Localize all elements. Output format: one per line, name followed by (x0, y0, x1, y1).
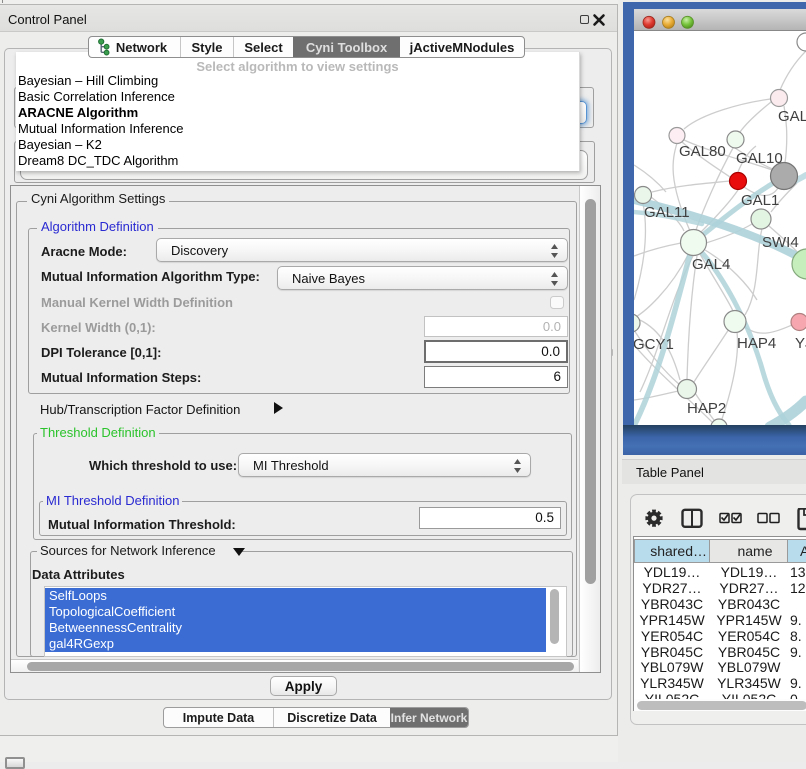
svg-text:HAP2: HAP2 (687, 400, 726, 417)
svg-text:GAL4: GAL4 (692, 256, 730, 273)
svg-text:GAL1: GAL1 (741, 192, 779, 209)
svg-text:HAP4: HAP4 (737, 335, 776, 352)
svg-text:GAL80: GAL80 (679, 143, 726, 160)
svg-text:GAL7: GAL7 (778, 108, 806, 125)
svg-text:GAL11: GAL11 (644, 204, 690, 221)
svg-text:YJ: YJ (795, 335, 806, 352)
svg-text:GCY1: GCY1 (634, 336, 674, 353)
svg-text:SWI4: SWI4 (762, 234, 799, 251)
svg-text:GAL10: GAL10 (736, 150, 783, 167)
